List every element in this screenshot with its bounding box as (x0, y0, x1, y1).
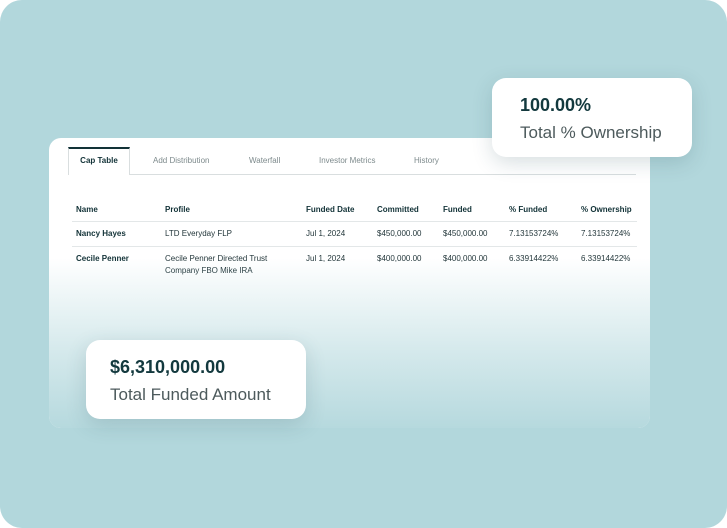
column-header-profile[interactable]: Profile (165, 205, 190, 214)
total-ownership-label: Total % Ownership (520, 123, 662, 142)
cell-funded: $400,000.00 (443, 254, 488, 263)
column-header-pct-funded[interactable]: % Funded (509, 205, 547, 214)
total-funded-value: $6,310,000.00 (110, 357, 226, 377)
cell-profile-line1: Cecile Penner Directed Trust (165, 254, 268, 263)
total-funded-label: Total Funded Amount (110, 385, 271, 404)
column-header-pct-ownership[interactable]: % Ownership (581, 205, 632, 214)
tab-cap-table[interactable]: Cap Table (68, 147, 130, 175)
cell-funded-date: Jul 1, 2024 (306, 254, 346, 263)
cell-committed: $400,000.00 (377, 254, 422, 263)
tab-investor-metrics[interactable]: Investor Metrics (319, 147, 375, 173)
cell-name: Cecile Penner (76, 254, 129, 263)
cell-committed: $450,000.00 (377, 229, 422, 238)
row-divider (72, 246, 637, 247)
tab-waterfall[interactable]: Waterfall (249, 147, 280, 173)
cell-profile-line2: Company FBO Mike IRA (165, 266, 253, 275)
total-ownership-value: 100.00% (520, 95, 592, 115)
cell-profile: LTD Everyday FLP (165, 229, 232, 238)
tab-add-distribution[interactable]: Add Distribution (153, 147, 209, 173)
tab-history[interactable]: History (414, 147, 439, 173)
header-divider (72, 221, 637, 222)
column-header-committed[interactable]: Committed (377, 205, 419, 214)
cell-pct-ownership: 6.33914422% (581, 254, 631, 263)
cell-pct-ownership: 7.13153724% (581, 229, 631, 238)
total-ownership-callout: 100.00% Total % Ownership (492, 78, 692, 157)
total-funded-callout: $6,310,000.00 Total Funded Amount (86, 340, 306, 419)
cell-pct-funded: 6.33914422% (509, 254, 559, 263)
cell-funded: $450,000.00 (443, 229, 488, 238)
column-header-name[interactable]: Name (76, 205, 98, 214)
cell-funded-date: Jul 1, 2024 (306, 229, 346, 238)
column-header-funded-date[interactable]: Funded Date (306, 205, 354, 214)
cell-name: Nancy Hayes (76, 229, 126, 238)
column-header-funded[interactable]: Funded (443, 205, 472, 214)
cell-pct-funded: 7.13153724% (509, 229, 559, 238)
